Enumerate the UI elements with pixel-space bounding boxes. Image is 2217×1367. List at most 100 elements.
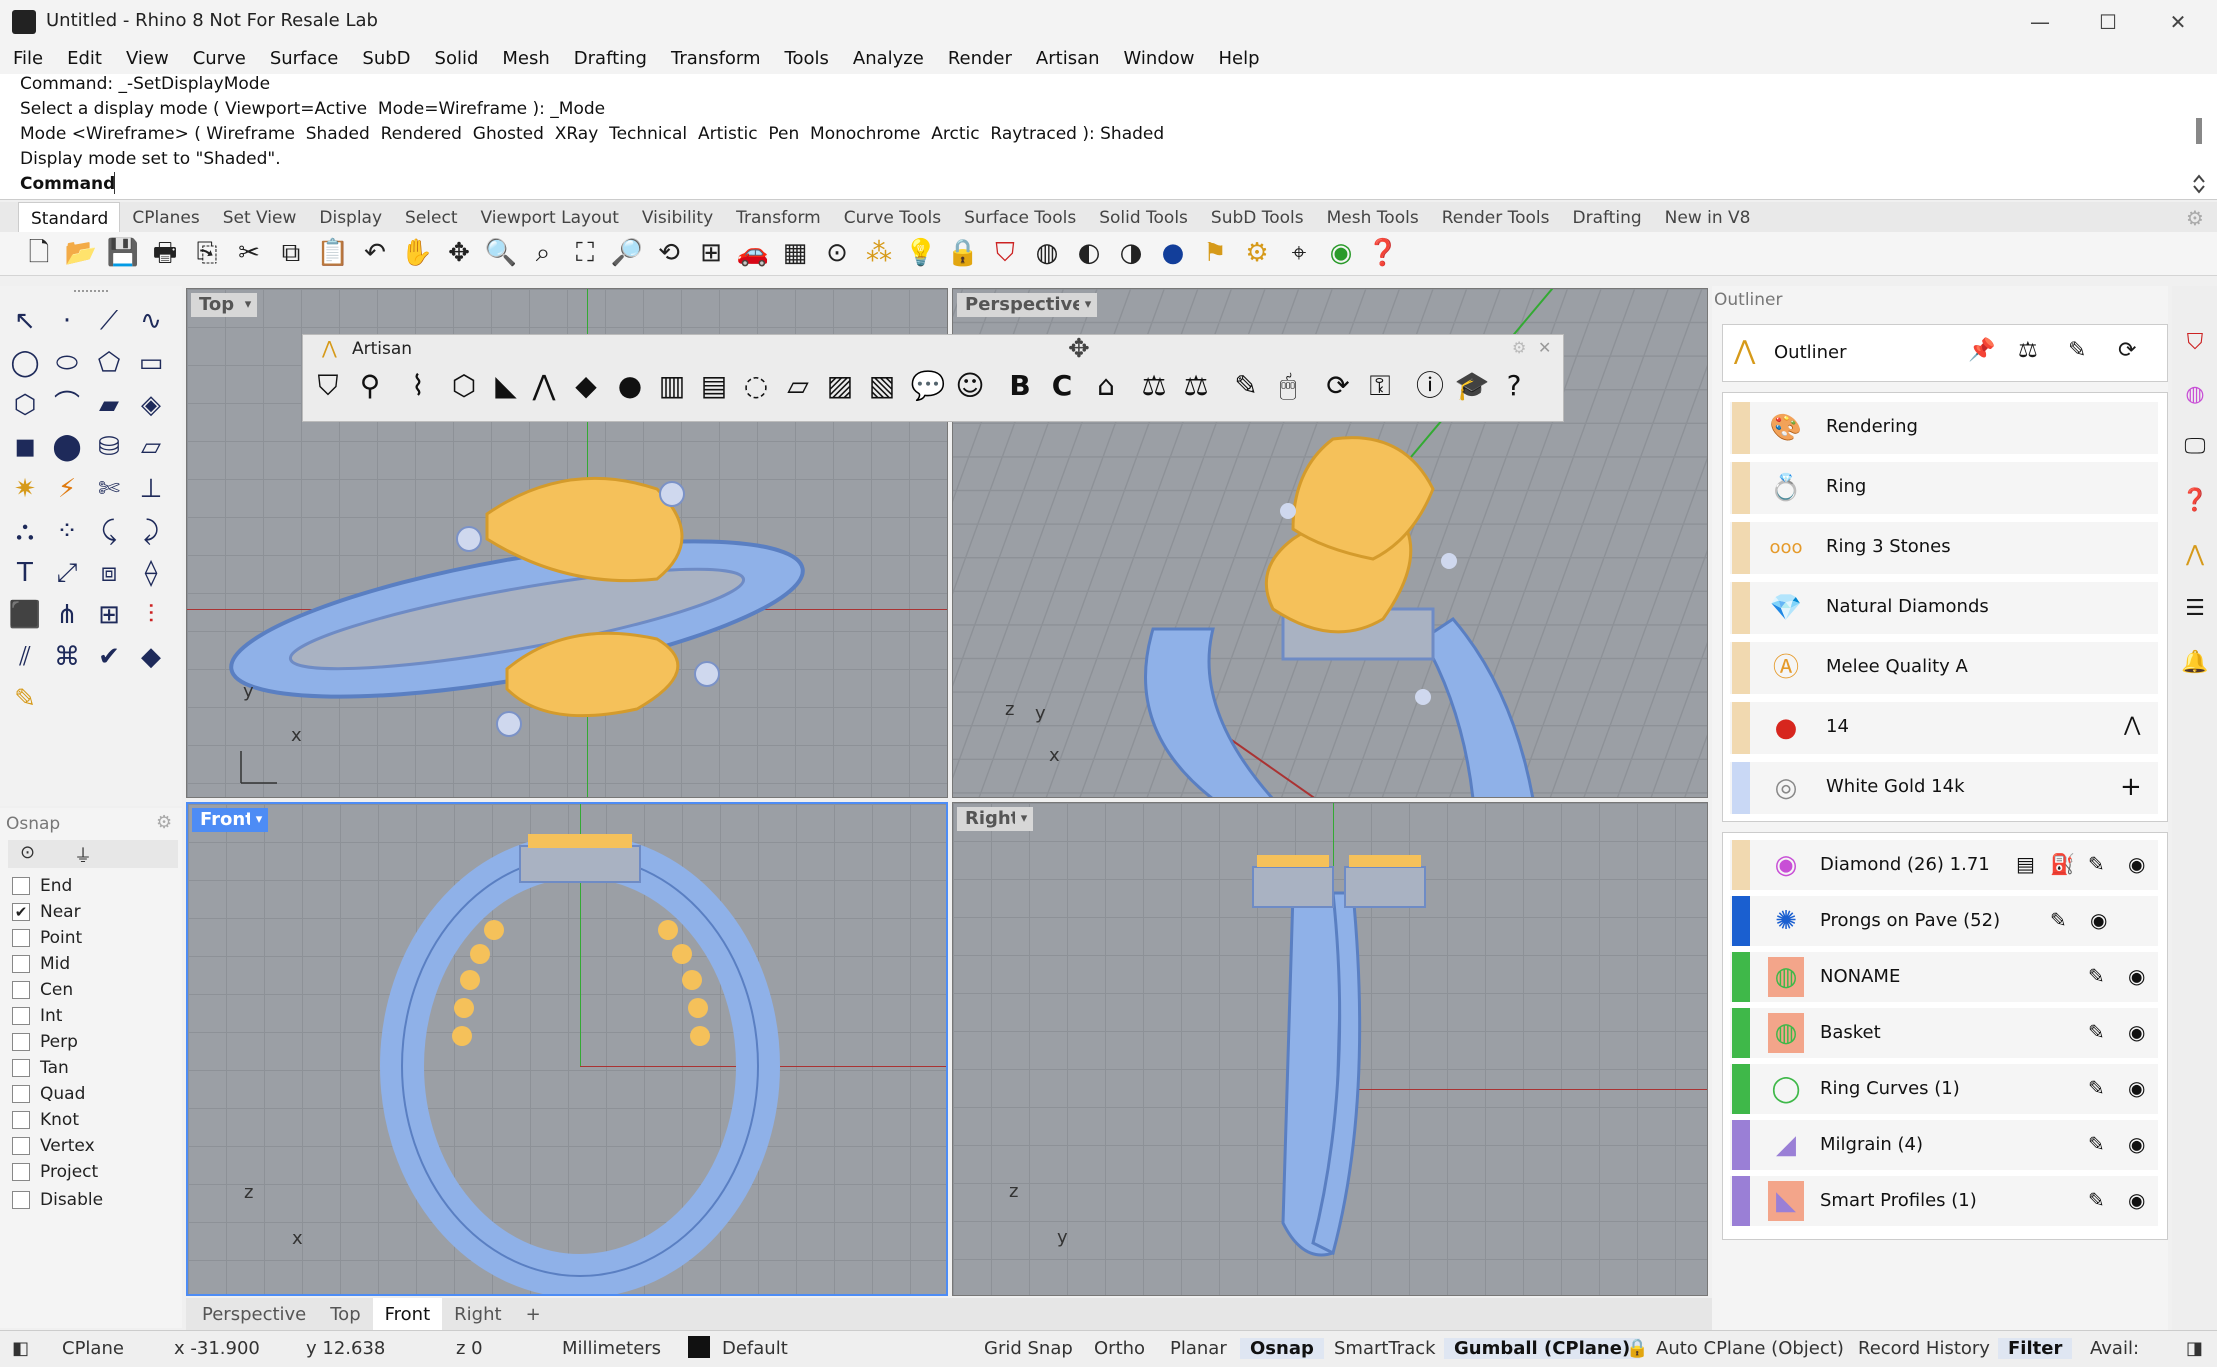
- material-icon[interactable]: ⚑: [1198, 236, 1232, 270]
- outliner-refresh-icon[interactable]: ⟳: [2118, 338, 2136, 363]
- status-osnap[interactable]: Osnap: [1240, 1338, 1324, 1359]
- edit-pencil-icon[interactable]: ✎: [2050, 908, 2067, 932]
- viewport-right-menu-arrow[interactable]: ▾: [1015, 807, 1033, 831]
- artisan-folder-icon[interactable]: ▨: [822, 364, 858, 408]
- wireframe-sphere-icon[interactable]: ◑: [1114, 236, 1148, 270]
- artisan-report-icon[interactable]: ▧: [864, 364, 900, 408]
- menu-drafting[interactable]: Drafting: [561, 44, 658, 74]
- tab-set-view[interactable]: Set View: [211, 202, 308, 232]
- artisan-document-icon[interactable]: ▤: [696, 364, 732, 408]
- shaded-box-icon[interactable]: ◆: [132, 638, 170, 676]
- artisan-ring-icon[interactable]: ◌: [738, 364, 774, 408]
- cut-icon[interactable]: ✂: [232, 236, 266, 270]
- tab-cplanes[interactable]: CPlanes: [120, 202, 210, 232]
- status-cplane[interactable]: CPlane: [62, 1338, 124, 1359]
- vp-tab-perspective[interactable]: Perspective: [186, 1298, 318, 1330]
- light-bulb-icon[interactable]: 💡: [904, 236, 938, 270]
- status-auto-cplane[interactable]: Auto CPlane (Object): [1656, 1338, 1844, 1359]
- tab-solid-tools[interactable]: Solid Tools: [1087, 202, 1199, 232]
- artisan-dock-icon[interactable]: ⋀: [2180, 540, 2210, 570]
- point-icon[interactable]: ·: [48, 302, 86, 340]
- osnap-perp-checkbox[interactable]: [12, 1033, 30, 1051]
- artisan-help-icon[interactable]: ?: [1496, 364, 1532, 408]
- artisan-c-icon[interactable]: C: [1044, 364, 1080, 408]
- split-icon[interactable]: ⚡: [48, 470, 86, 508]
- dimension-icon[interactable]: ⤢: [48, 554, 86, 592]
- pan-hand-icon[interactable]: ✋: [400, 236, 434, 270]
- lock-icon[interactable]: 🔒: [946, 236, 980, 270]
- osnap-int-checkbox[interactable]: [12, 1007, 30, 1025]
- cylinder-icon[interactable]: ⛁: [90, 428, 128, 466]
- visibility-eye-icon[interactable]: ◉: [2090, 908, 2107, 932]
- status-units[interactable]: Millimeters: [562, 1338, 661, 1359]
- four-view-icon[interactable]: ⊞: [694, 236, 728, 270]
- menu-help[interactable]: Help: [1206, 44, 1271, 74]
- chamfer-icon[interactable]: ⤸: [132, 512, 170, 550]
- osnap-mid-checkbox[interactable]: [12, 955, 30, 973]
- array-icon[interactable]: ⁘: [48, 512, 86, 550]
- menu-view[interactable]: View: [113, 44, 180, 74]
- menu-edit[interactable]: Edit: [54, 44, 113, 74]
- osnap-end-checkbox[interactable]: [12, 877, 30, 895]
- osnap-tan-checkbox[interactable]: [12, 1059, 30, 1077]
- menu-render[interactable]: Render: [935, 44, 1023, 74]
- zoom-extents-icon[interactable]: ⛶: [568, 236, 602, 270]
- viewport-perspective-label[interactable]: Perspective: [957, 293, 1093, 317]
- display-dock-icon[interactable]: 🖵: [2180, 432, 2210, 462]
- artisan-layer-icon[interactable]: ▱: [780, 364, 816, 408]
- select-points-icon[interactable]: ⁂: [862, 236, 896, 270]
- grid-plane-icon[interactable]: ▦: [778, 236, 812, 270]
- import-icon[interactable]: ⎘: [190, 236, 224, 270]
- viewport-top-menu-arrow[interactable]: ▾: [239, 293, 257, 317]
- properties-shield-icon[interactable]: ⛉: [988, 236, 1022, 270]
- palette-grip[interactable]: [74, 290, 108, 294]
- help-icon[interactable]: ❓: [1366, 236, 1400, 270]
- render-sphere-icon[interactable]: ●: [1156, 236, 1190, 270]
- osnap-cen-checkbox[interactable]: [12, 981, 30, 999]
- osnap-vertex[interactable]: Vertex: [12, 1136, 95, 1156]
- edit-pencil-icon[interactable]: ✎: [2088, 1132, 2105, 1156]
- open-folder-icon[interactable]: 📂: [64, 236, 98, 270]
- osnap-point-checkbox[interactable]: [12, 929, 30, 947]
- boolean-icon[interactable]: ⛬: [6, 512, 44, 550]
- artisan-refresh-icon[interactable]: ⟳: [1320, 364, 1356, 408]
- status-ortho[interactable]: Ortho: [1094, 1338, 1145, 1359]
- visibility-eye-icon[interactable]: ◉: [2128, 852, 2145, 876]
- visibility-eye-icon[interactable]: ◉: [2128, 1020, 2145, 1044]
- artisan-shop-icon[interactable]: ⌂: [1088, 364, 1124, 408]
- menu-analyze[interactable]: Analyze: [840, 44, 935, 74]
- menu-artisan[interactable]: Artisan: [1023, 44, 1111, 74]
- extend-icon[interactable]: ⊥: [132, 470, 170, 508]
- command-input[interactable]: [114, 172, 2184, 194]
- tabs-gear-icon[interactable]: ⚙: [2186, 206, 2204, 230]
- properties-dock-icon[interactable]: ⛉: [2180, 328, 2210, 358]
- osnap-toggle-icon[interactable]: ⊙: [820, 236, 854, 270]
- osnap-end[interactable]: End: [12, 876, 72, 896]
- artisan-graduation-icon[interactable]: 🎓: [1454, 364, 1490, 408]
- mesh-grid-icon[interactable]: ⊞: [90, 596, 128, 634]
- edit-pencil-icon[interactable]: ✎: [2088, 1188, 2105, 1212]
- loft-icon[interactable]: ◈: [132, 386, 170, 424]
- prong-tool-icon[interactable]: ⋀: [2124, 712, 2140, 736]
- tab-subd-tools[interactable]: SubD Tools: [1199, 202, 1315, 232]
- artisan-grid-icon[interactable]: ▥: [654, 364, 690, 408]
- osnap-cen[interactable]: Cen: [12, 980, 73, 1000]
- transform-icon[interactable]: ⧈: [90, 554, 128, 592]
- osnap-vertex-checkbox[interactable]: [12, 1137, 30, 1155]
- dimensions-icon[interactable]: ⌖: [1282, 236, 1316, 270]
- car-icon[interactable]: 🚗: [736, 236, 770, 270]
- zoom-window-icon[interactable]: ⌕: [526, 236, 560, 270]
- artisan-key-icon[interactable]: ⚿: [1362, 364, 1398, 408]
- ellipse-icon[interactable]: ⬭: [48, 344, 86, 382]
- menu-solid[interactable]: Solid: [422, 44, 490, 74]
- osnap-int[interactable]: Int: [12, 1006, 62, 1026]
- outliner-scale-icon[interactable]: ⚖: [2018, 338, 2038, 363]
- artisan-diamond-icon[interactable]: ◆: [568, 364, 604, 408]
- tab-standard[interactable]: Standard: [18, 202, 121, 232]
- osnap-gear-icon[interactable]: ⚙: [156, 812, 172, 833]
- osnap-disable[interactable]: Disable: [12, 1190, 103, 1210]
- tab-visibility[interactable]: Visibility: [630, 202, 724, 232]
- osnap-point[interactable]: Point: [12, 928, 82, 948]
- outliner-edit-icon[interactable]: ✎: [2068, 338, 2086, 363]
- artisan-curve-icon[interactable]: ⌇: [400, 364, 436, 408]
